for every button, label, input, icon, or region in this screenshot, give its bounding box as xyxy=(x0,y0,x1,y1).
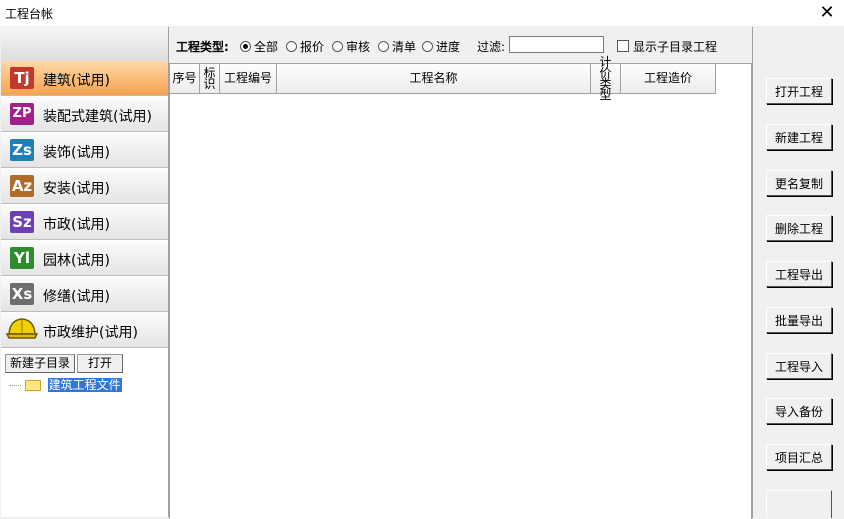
category-item-municipal[interactable]: Sz 市政(试用) xyxy=(1,205,168,240)
az-icon: Az xyxy=(10,175,34,197)
category-label: 装配式建筑(试用) xyxy=(43,109,152,125)
folder-icon xyxy=(24,380,41,391)
new-project-button[interactable]: 新建工程 xyxy=(766,124,832,150)
column-header-flag[interactable]: 标识 xyxy=(200,64,220,94)
radio-label: 全部 xyxy=(254,40,279,54)
show-subdir-checkbox[interactable]: 显示子目录工程 xyxy=(617,38,717,55)
title-bar: 工程台帐 ✕ xyxy=(0,0,844,27)
radio-circle xyxy=(240,41,251,52)
radio-label: 清单 xyxy=(392,40,417,54)
radio-label: 报价 xyxy=(300,40,325,54)
window-title: 工程台帐 xyxy=(5,7,54,21)
tree-connector xyxy=(9,385,21,386)
category-item-repair[interactable]: Xs 修缮(试用) xyxy=(1,277,168,312)
radio-circle xyxy=(332,41,343,52)
filter-input[interactable] xyxy=(509,36,604,53)
category-label: 安装(试用) xyxy=(43,181,110,197)
tree-node-label: 建筑工程文件 xyxy=(47,378,122,392)
new-subdir-button[interactable]: 新建子目录 xyxy=(5,354,76,373)
category-label: 园林(试用) xyxy=(43,253,110,269)
category-item-installation[interactable]: Az 安装(试用) xyxy=(1,169,168,204)
radio-all[interactable]: 全部 xyxy=(240,38,278,55)
project-type-label: 工程类型: xyxy=(176,40,229,54)
delete-project-button[interactable]: 删除工程 xyxy=(766,215,832,241)
rename-copy-button[interactable]: 更名复制 xyxy=(766,170,832,196)
more-actions-button[interactable] xyxy=(766,490,832,518)
radio-label: 审核 xyxy=(346,40,371,54)
category-item-prefab-building[interactable]: ZP 装配式建筑(试用) xyxy=(1,97,168,132)
open-project-button[interactable]: 打开工程 xyxy=(766,78,832,104)
category-label: 装饰(试用) xyxy=(43,145,110,161)
checkbox-box xyxy=(617,40,629,52)
project-summary-button[interactable]: 项目汇总 xyxy=(766,444,832,470)
column-header-code[interactable]: 工程编号 xyxy=(220,64,277,94)
category-label: 市政(试用) xyxy=(43,217,110,233)
category-label: 修缮(试用) xyxy=(43,289,110,305)
zs-icon: Zs xyxy=(10,139,34,161)
checkbox-label: 显示子目录工程 xyxy=(633,40,718,54)
radio-circle xyxy=(286,41,297,52)
category-label: 市政维护(试用) xyxy=(43,325,138,341)
radio-quote[interactable]: 报价 xyxy=(286,38,324,55)
column-header-name[interactable]: 工程名称 xyxy=(277,64,591,94)
category-item-decoration[interactable]: Zs 装饰(试用) xyxy=(1,133,168,168)
radio-circle xyxy=(378,41,389,52)
radio-bill[interactable]: 清单 xyxy=(378,38,416,55)
category-item-landscape[interactable]: Yl 园林(试用) xyxy=(1,241,168,276)
filter-bar: 工程类型: 全部 报价 审核 清单 进度 过滤: 显示子目录工程 xyxy=(170,34,750,56)
table-header: 序号 标识 工程编号 工程名称 计价类型 工程造价 xyxy=(170,56,716,101)
tj-icon: Tj xyxy=(10,67,34,89)
tree-toolbar: 新建子目录 打开 xyxy=(5,354,125,373)
radio-audit[interactable]: 审核 xyxy=(332,38,370,55)
filter-label: 过滤: xyxy=(477,40,506,54)
category-item-building[interactable]: Tj 建筑(试用) xyxy=(1,61,168,96)
sz-icon: Sz xyxy=(10,211,34,233)
category-panel-header xyxy=(1,27,168,62)
main-frame: Tj 建筑(试用) ZP 装配式建筑(试用) Zs 装饰(试用) Az 安装(试… xyxy=(0,26,844,519)
radio-label: 进度 xyxy=(436,40,461,54)
close-icon[interactable]: ✕ xyxy=(810,0,844,26)
open-folder-button[interactable]: 打开 xyxy=(77,354,124,373)
radio-circle xyxy=(422,41,433,52)
column-header-cost[interactable]: 工程造价 xyxy=(621,64,716,94)
column-header-pricing-type[interactable]: 计价类型 xyxy=(591,56,621,101)
zp-icon: ZP xyxy=(10,103,34,125)
column-header-index[interactable]: 序号 xyxy=(170,64,200,94)
tree-node[interactable]: 建筑工程文件 xyxy=(9,376,122,392)
xs-icon: Xs xyxy=(10,283,34,305)
category-panel: Tj 建筑(试用) ZP 装配式建筑(试用) Zs 装饰(试用) Az 安装(试… xyxy=(1,27,169,517)
project-table[interactable]: 序号 标识 工程编号 工程名称 计价类型 工程造价 xyxy=(169,56,752,519)
category-label: 建筑(试用) xyxy=(43,73,110,89)
category-item-municipal-maintenance[interactable]: 市政维护(试用) xyxy=(1,313,168,348)
radio-progress[interactable]: 进度 xyxy=(422,38,460,55)
batch-export-button[interactable]: 批量导出 xyxy=(766,307,832,333)
helmet-icon xyxy=(5,316,39,347)
yl-icon: Yl xyxy=(10,247,34,269)
action-panel: 打开工程 新建工程 更名复制 删除工程 工程导出 批量导出 工程导入 导入备份 … xyxy=(752,27,844,518)
export-project-button[interactable]: 工程导出 xyxy=(766,261,832,287)
import-backup-button[interactable]: 导入备份 xyxy=(766,398,832,424)
import-project-button[interactable]: 工程导入 xyxy=(766,353,832,379)
